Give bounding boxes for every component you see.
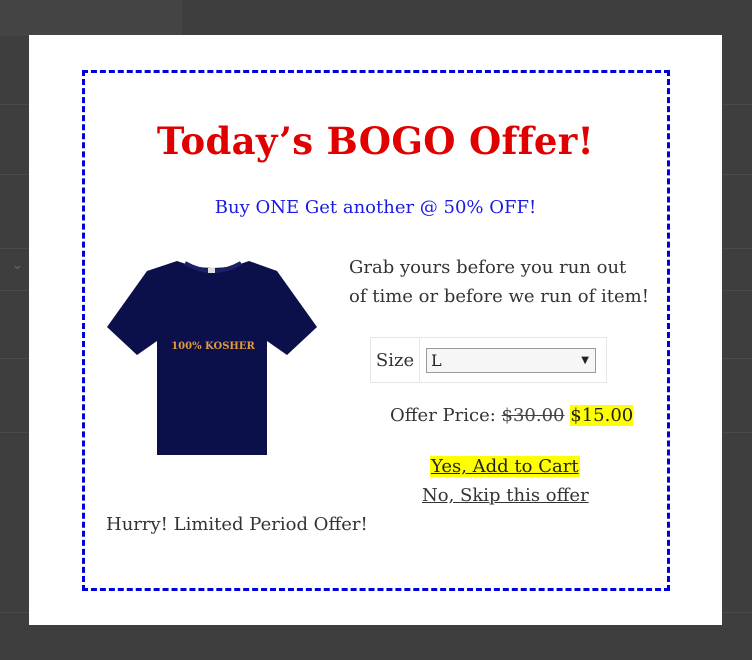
- offer-popup: Today’s BOGO Offer! Buy ONE Get another …: [29, 35, 722, 625]
- dropdown-arrow-icon: ▼: [581, 354, 589, 366]
- popup-subtitle: Buy ONE Get another @ 50% OFF!: [214, 197, 537, 218]
- chevron-down-icon: ⌄: [12, 258, 23, 273]
- size-option-row: Size L ▼: [370, 337, 607, 383]
- offer-description: Grab yours before you run out of time or…: [349, 257, 649, 307]
- size-select-cell: L ▼: [420, 338, 606, 382]
- size-label: Size: [371, 338, 420, 382]
- discounted-price: $15.00: [570, 405, 634, 426]
- price-label: Offer Price:: [390, 405, 496, 426]
- popup-title: Today’s BOGO Offer!: [156, 119, 595, 163]
- offer-price: Offer Price: $30.00 $15.00: [390, 405, 634, 426]
- background-page-header: [0, 0, 182, 36]
- tshirt-print-text: 100% KOSHER: [171, 341, 255, 352]
- product-image: 100% KOSHER: [107, 261, 317, 455]
- skip-offer-link[interactable]: No, Skip this offer: [422, 485, 589, 506]
- tshirt-body: [107, 261, 317, 455]
- size-select-value: L: [431, 350, 442, 370]
- size-select[interactable]: L ▼: [426, 347, 596, 373]
- original-price: $30.00: [501, 405, 565, 426]
- urgency-text: Hurry! Limited Period Offer!: [106, 514, 368, 535]
- add-to-cart-link[interactable]: Yes, Add to Cart: [430, 456, 580, 477]
- tshirt-tag: [208, 268, 215, 273]
